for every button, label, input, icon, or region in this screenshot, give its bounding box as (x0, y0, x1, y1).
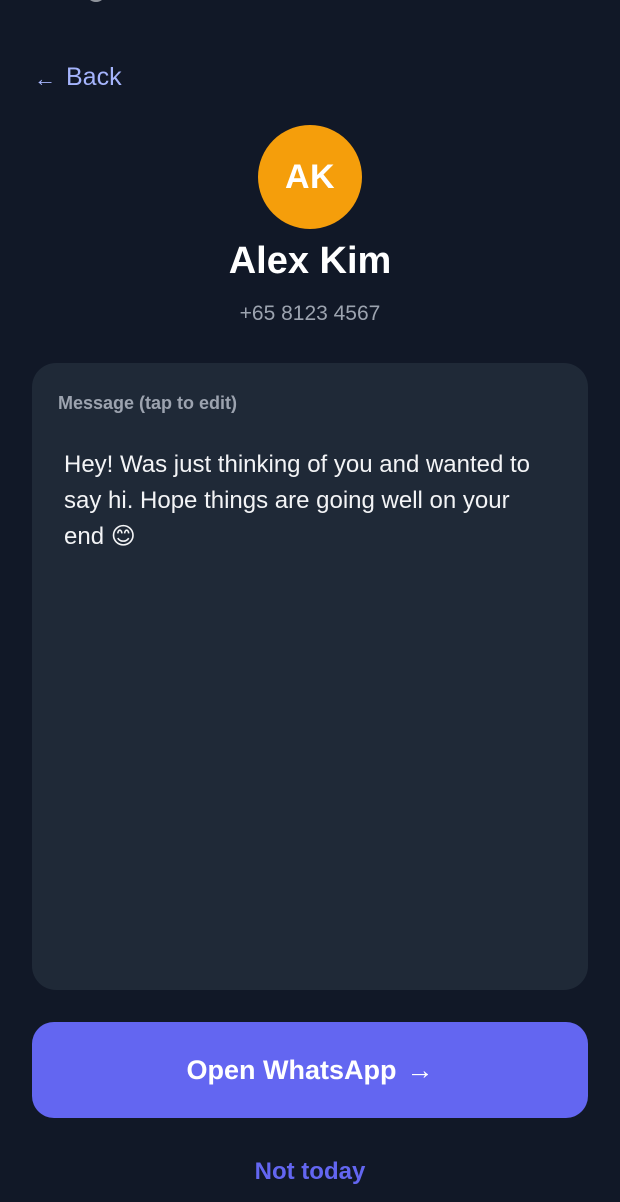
contact-name: Alex Kim (228, 240, 392, 282)
contact-message-screen: ← Back AK Alex Kim +65 8123 4567 Message… (0, 0, 620, 1202)
avatar-initials: AK (284, 157, 336, 196)
not-today-link[interactable]: Not today (0, 1158, 620, 1186)
message-input[interactable]: Hey! Was just thinking of you and wanted… (58, 443, 558, 963)
avatar: AK (258, 125, 362, 229)
open-whatsapp-button[interactable]: Open WhatsApp → (32, 1022, 588, 1118)
message-card: Message (tap to edit) Hey! Was just thin… (32, 363, 588, 990)
back-button[interactable]: ← Back (34, 60, 122, 94)
arrow-right-icon: → (406, 1054, 434, 1085)
status-bar-icon (86, 0, 106, 2)
message-label: Message (tap to edit) (58, 393, 238, 413)
back-label: Back (66, 62, 122, 91)
contact-phone: +65 8123 4567 (239, 302, 381, 325)
back-arrow-icon: ← (34, 66, 56, 91)
open-whatsapp-label: Open WhatsApp (186, 1054, 397, 1085)
